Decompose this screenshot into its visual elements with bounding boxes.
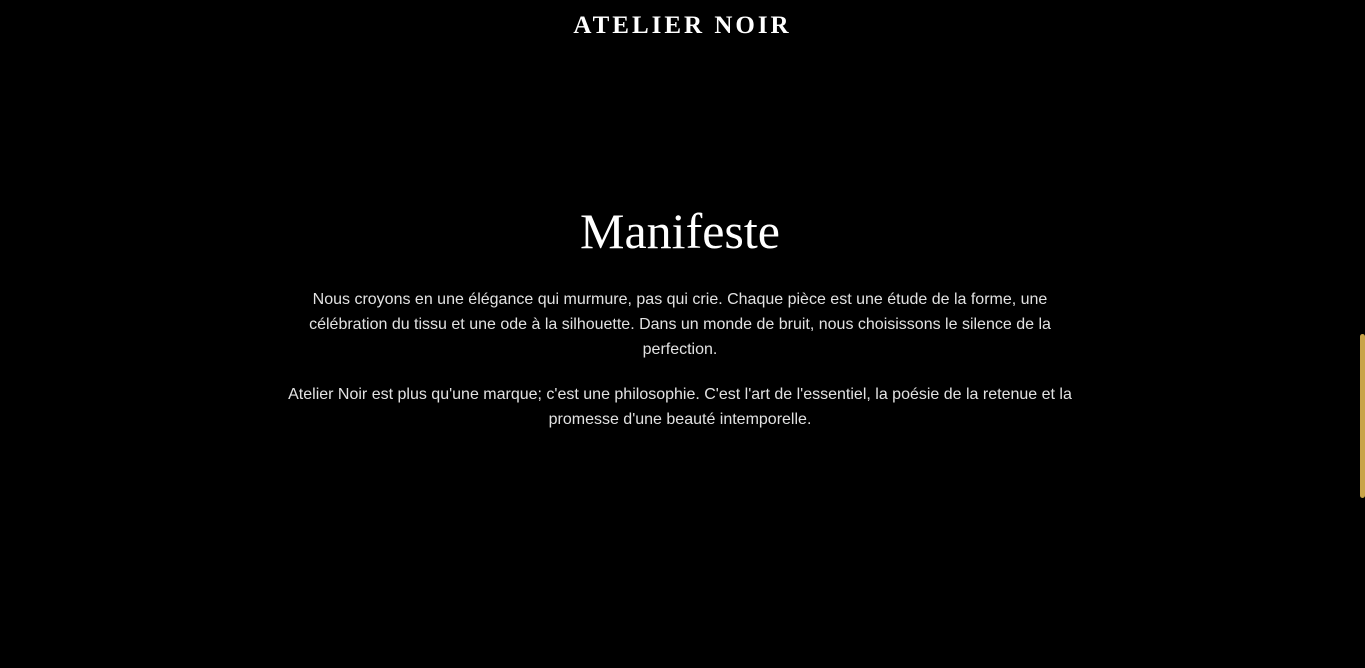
- brand-logo[interactable]: ATELIER NOIR: [0, 12, 1365, 40]
- manifesto-paragraph: Nous croyons en une élégance qui murmure…: [309, 291, 1051, 358]
- manifesto-text: Nous croyons en une élégance qui murmure…: [285, 287, 1075, 452]
- manifesto-paragraph: Atelier Noir est plus qu'une marque; c'e…: [288, 386, 1072, 428]
- section-title: Manifeste: [580, 203, 780, 259]
- scrollbar-thumb[interactable]: [1360, 334, 1365, 498]
